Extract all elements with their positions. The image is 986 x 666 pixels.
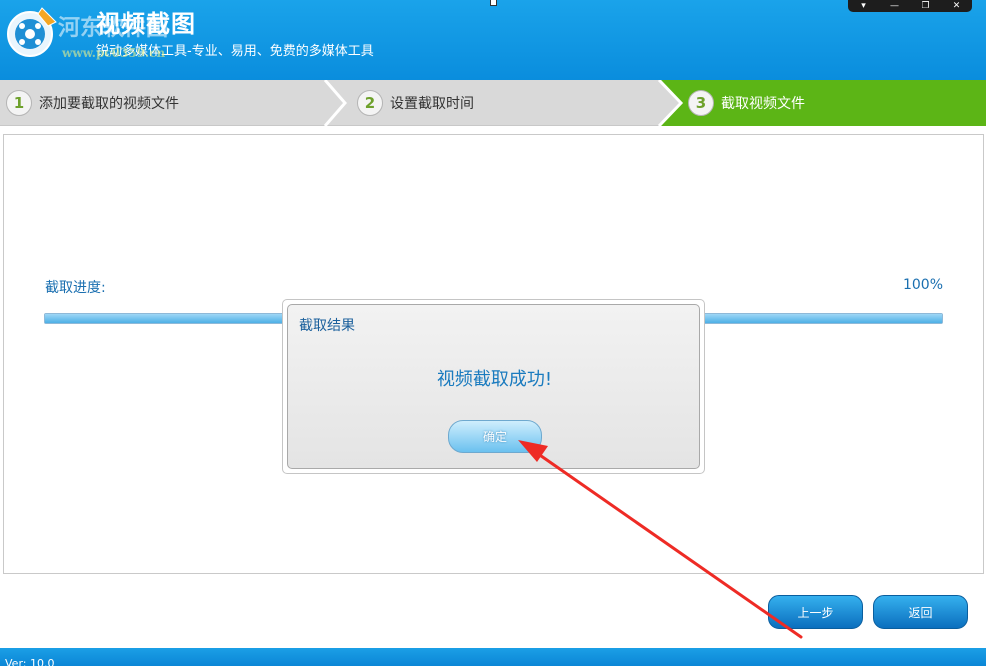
window-controls: ▾ — ❐ ✕: [848, 0, 972, 12]
maximize-icon[interactable]: ❐: [913, 1, 939, 11]
app-window: 河东软件园 视频截图 锐动多媒体工具-专业、易用、免费的多媒体工具 www.pc…: [0, 0, 986, 666]
app-header: 河东软件园 视频截图 锐动多媒体工具-专业、易用、免费的多媒体工具 www.pc…: [0, 0, 986, 80]
app-title: 视频截图: [96, 10, 196, 38]
step-3-number: 3: [688, 90, 714, 116]
progress-label: 截取进度:: [45, 280, 106, 296]
dialog-message: 视频截取成功!: [436, 369, 553, 390]
result-dialog-body: 截取结果 视频截取成功! 确定: [287, 304, 700, 469]
step-2-label: 设置截取时间: [390, 96, 474, 112]
previous-step-button[interactable]: 上一步: [768, 595, 863, 629]
menu-dropdown-icon[interactable]: ▾: [851, 1, 877, 11]
version-label: Ver: 10.0: [5, 657, 55, 666]
step-3-capture-video: 3 截取视频文件: [688, 80, 986, 126]
window-drag-handle[interactable]: [490, 0, 497, 6]
result-dialog: 截取结果 视频截取成功! 确定: [282, 299, 705, 474]
close-icon[interactable]: ✕: [944, 1, 970, 11]
progress-percent: 100%: [902, 277, 943, 293]
step-divider-icon: [323, 80, 347, 126]
ok-button[interactable]: 确定: [448, 420, 542, 453]
step-1-number: 1: [6, 90, 32, 116]
dialog-title: 截取结果: [299, 318, 355, 334]
step-2-number: 2: [357, 90, 383, 116]
step-3-label: 截取视频文件: [721, 96, 805, 112]
status-bar: Ver: 10.0: [0, 648, 986, 666]
minimize-icon[interactable]: —: [882, 1, 908, 11]
watermark-url: www.pc0359.cn: [62, 46, 166, 60]
app-logo-icon: [7, 7, 57, 57]
back-button[interactable]: 返回: [873, 595, 968, 629]
step-2-set-time: 2 设置截取时间: [357, 80, 667, 126]
step-bar: 1 添加要截取的视频文件 2 设置截取时间 3 截取视频文件: [0, 80, 986, 126]
step-1-add-video: 1 添加要截取的视频文件: [0, 80, 340, 126]
step-1-label: 添加要截取的视频文件: [39, 96, 179, 112]
